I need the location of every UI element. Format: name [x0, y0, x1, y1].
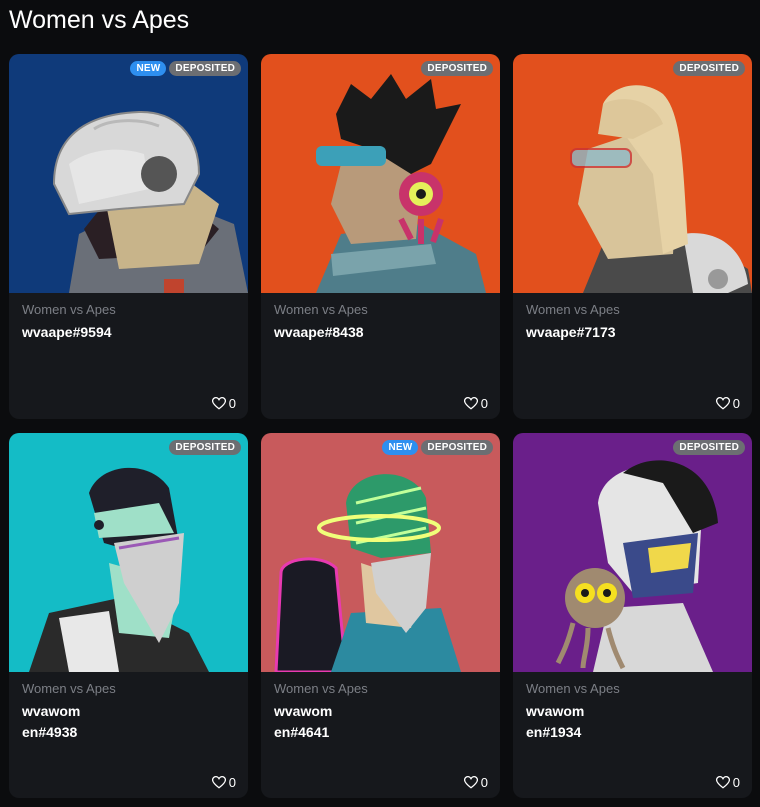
- heart-icon: [463, 397, 478, 410]
- deposited-badge: DEPOSITED: [169, 440, 241, 455]
- deposited-badge: DEPOSITED: [673, 440, 745, 455]
- badge-group: NEW DEPOSITED: [382, 440, 493, 455]
- nft-name[interactable]: wvaape#7173: [526, 322, 739, 343]
- nft-card[interactable]: DEPOSITED Women vs Apes wvaape#8438 0: [261, 54, 500, 419]
- nft-card[interactable]: DEPOSITED Women vs Apes wvaape#7173 0: [513, 54, 752, 419]
- nft-name[interactable]: wvawomen#1934: [526, 701, 588, 743]
- nft-card[interactable]: NEW DEPOSITED Women vs Apes wvawomen#464…: [261, 433, 500, 798]
- like-button[interactable]: 0: [211, 396, 236, 411]
- heart-icon: [715, 397, 730, 410]
- badge-group: DEPOSITED: [673, 61, 745, 76]
- heart-icon: [463, 776, 478, 789]
- deposited-badge: DEPOSITED: [421, 440, 493, 455]
- collection-name[interactable]: Women vs Apes: [22, 302, 235, 318]
- new-badge: NEW: [382, 440, 419, 455]
- nft-image[interactable]: DEPOSITED: [513, 433, 752, 672]
- collection-name[interactable]: Women vs Apes: [274, 681, 487, 697]
- ape-goggles-blonde-hair-image: [513, 54, 752, 293]
- like-button[interactable]: 0: [211, 775, 236, 790]
- page-title: Women vs Apes: [9, 6, 190, 34]
- like-button[interactable]: 0: [715, 396, 740, 411]
- ape-astronaut-helmet-image: [9, 54, 248, 293]
- nft-name[interactable]: wvaape#8438: [274, 322, 487, 343]
- like-button[interactable]: 0: [715, 775, 740, 790]
- deposited-badge: DEPOSITED: [421, 61, 493, 76]
- nft-card[interactable]: DEPOSITED Women vs Apes wvawomen#1934 0: [513, 433, 752, 798]
- nft-name[interactable]: wvawomen#4938: [22, 701, 84, 743]
- woman-halo-backpack-image: [261, 433, 500, 672]
- like-count: 0: [480, 775, 488, 790]
- like-count: 0: [732, 396, 740, 411]
- heart-icon: [715, 776, 730, 789]
- badge-group: DEPOSITED: [169, 440, 241, 455]
- nft-name[interactable]: wvaape#9594: [22, 322, 235, 343]
- nft-grid: NEW DEPOSITED Women vs Apes wvaape#9594 …: [9, 54, 752, 798]
- badge-group: DEPOSITED: [421, 61, 493, 76]
- deposited-badge: DEPOSITED: [169, 61, 241, 76]
- nft-card[interactable]: NEW DEPOSITED Women vs Apes wvaape#9594 …: [9, 54, 248, 419]
- like-button[interactable]: 0: [463, 396, 488, 411]
- collection-name[interactable]: Women vs Apes: [274, 302, 487, 318]
- heart-icon: [211, 397, 226, 410]
- collection-name[interactable]: Women vs Apes: [526, 302, 739, 318]
- collection-name[interactable]: Women vs Apes: [22, 681, 235, 697]
- nft-image[interactable]: NEW DEPOSITED: [9, 54, 248, 293]
- like-count: 0: [480, 396, 488, 411]
- nft-image[interactable]: DEPOSITED: [9, 433, 248, 672]
- woman-bandana-mask-image: [9, 433, 248, 672]
- nft-card[interactable]: DEPOSITED Women vs Apes wvawomen#4938 0: [9, 433, 248, 798]
- like-button[interactable]: 0: [463, 775, 488, 790]
- heart-icon: [211, 776, 226, 789]
- badge-group: NEW DEPOSITED: [130, 61, 241, 76]
- badge-group: DEPOSITED: [673, 440, 745, 455]
- nft-image[interactable]: DEPOSITED: [513, 54, 752, 293]
- nft-name[interactable]: wvawomen#4641: [274, 701, 336, 743]
- nft-image[interactable]: DEPOSITED: [261, 54, 500, 293]
- like-count: 0: [732, 775, 740, 790]
- ape-visor-with-eyeball-pet-image: [261, 54, 500, 293]
- deposited-badge: DEPOSITED: [673, 61, 745, 76]
- collection-name[interactable]: Women vs Apes: [526, 681, 739, 697]
- woman-cyborg-skull-mask-image: [513, 433, 752, 672]
- new-badge: NEW: [130, 61, 167, 76]
- like-count: 0: [228, 396, 236, 411]
- like-count: 0: [228, 775, 236, 790]
- nft-image[interactable]: NEW DEPOSITED: [261, 433, 500, 672]
